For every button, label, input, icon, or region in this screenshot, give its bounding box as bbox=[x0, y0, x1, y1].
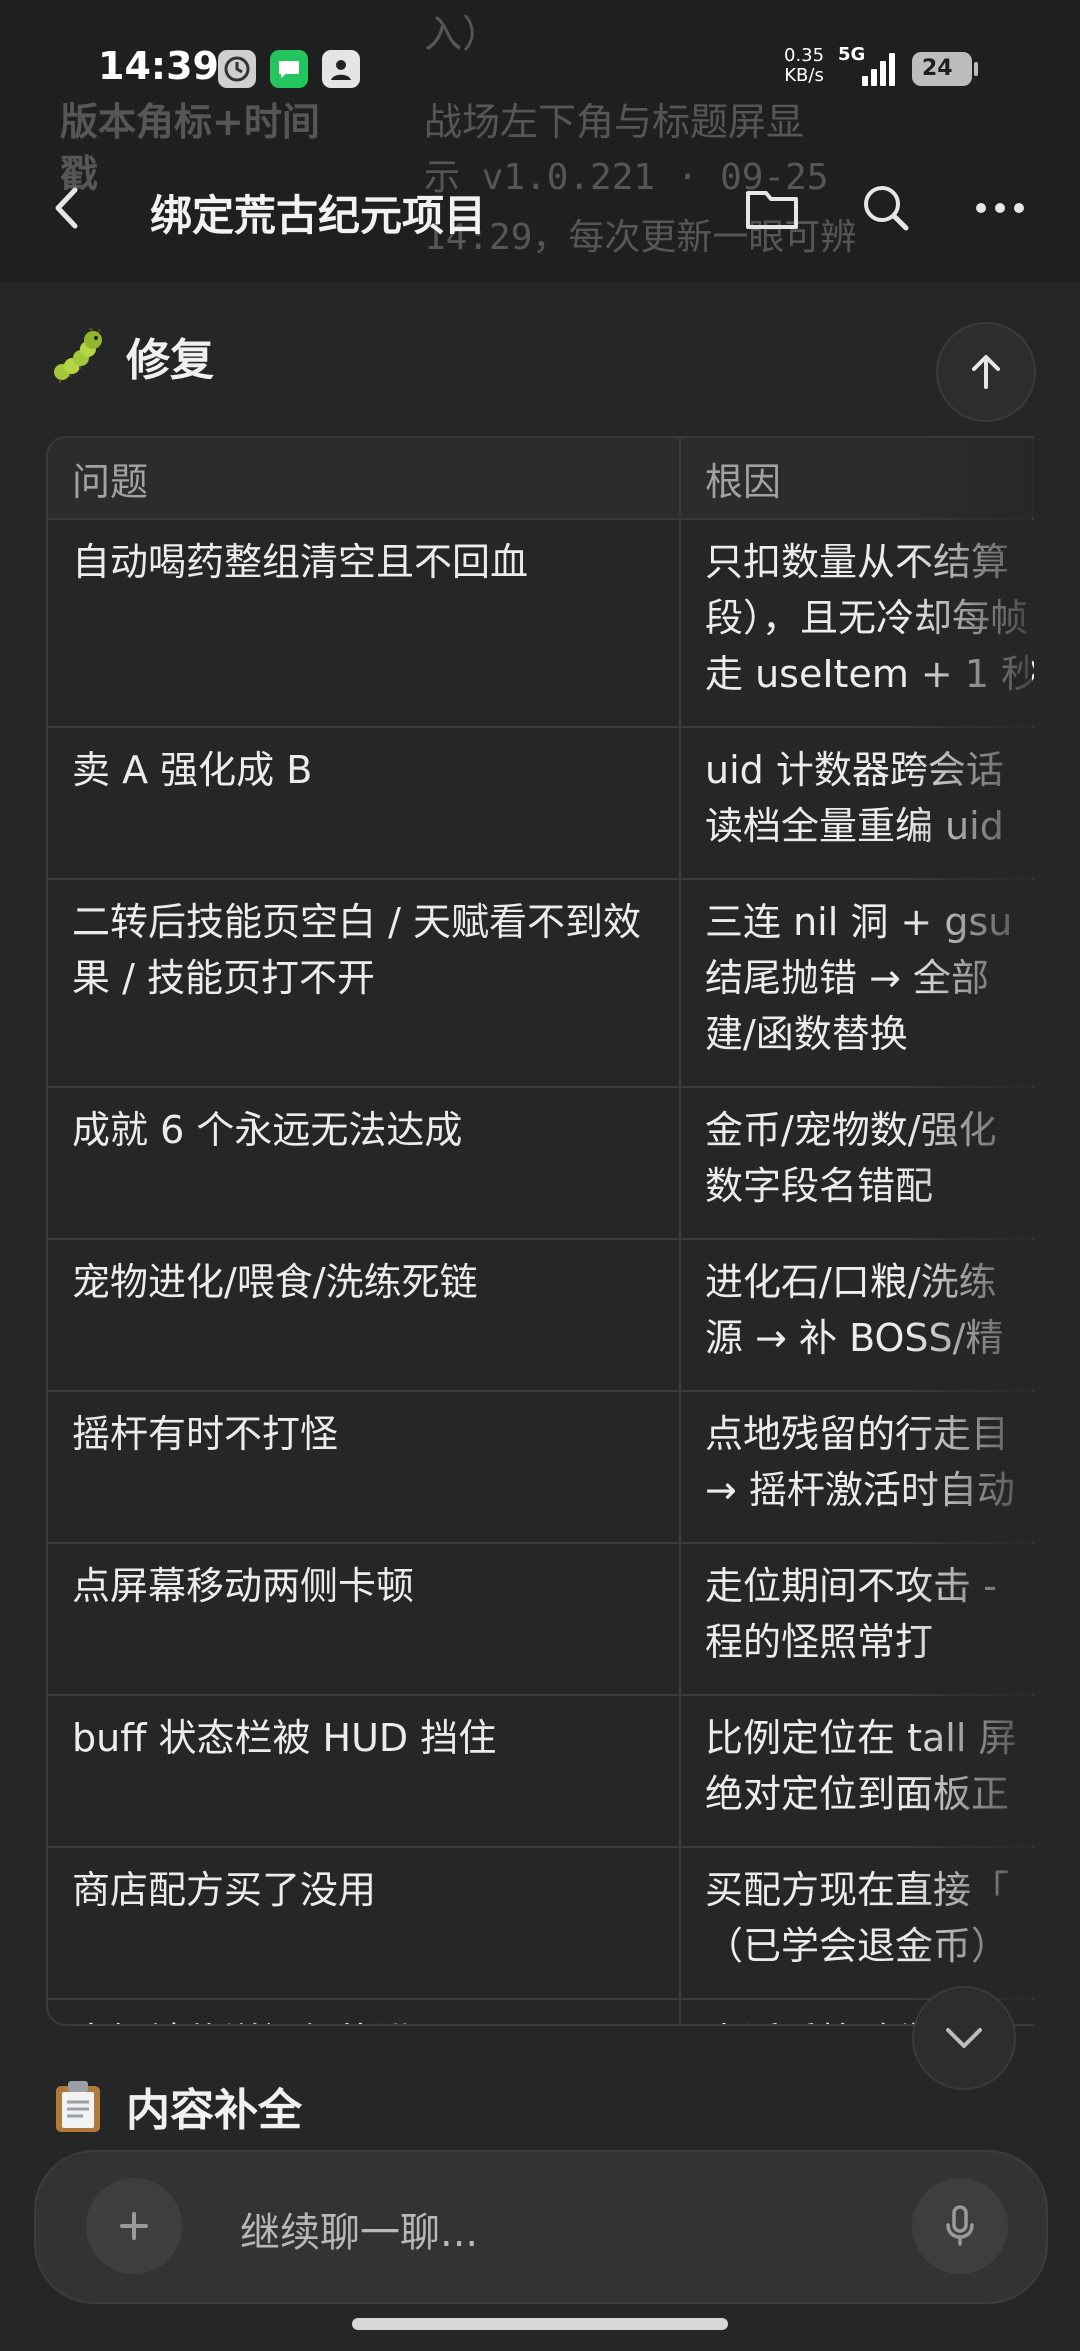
cause-cell: uid 计数器跨会话 读档全量重编 uid bbox=[679, 727, 1034, 880]
network-speed: 0.35 KB/s bbox=[784, 45, 825, 86]
cause-cell: 金币/宠物数/强化 数字段名错配 bbox=[679, 1087, 1034, 1240]
background-ghost-right-1: 入） bbox=[424, 12, 501, 56]
cause-cell: 买配方现在直接「 （已学会退金币） bbox=[679, 1847, 1034, 2000]
issue-cell: 卖 A 强化成 B bbox=[48, 727, 680, 880]
fix-section-title: 修复 bbox=[126, 335, 214, 386]
attach-button[interactable] bbox=[86, 2178, 182, 2274]
content-section-title: 内容补全 bbox=[126, 2085, 302, 2136]
cause-cell: 进化石/口粮/洗练 源 → 补 BOSS/精 bbox=[679, 1239, 1034, 1392]
table-row: 点屏幕移动两侧卡顿 走位期间不攻击 - 程的怪照常打 bbox=[48, 1543, 1034, 1696]
search-button[interactable] bbox=[854, 176, 918, 240]
battery-icon: 24 bbox=[912, 52, 978, 86]
microphone-icon bbox=[946, 2205, 974, 2246]
folder-icon bbox=[746, 191, 798, 229]
table-row: 二转后技能页空白 / 天赋看不到效果 / 技能页打不开 三连 nil 洞 + g… bbox=[48, 879, 1034, 1088]
issue-cell: 未解锁传送门仍能进 bbox=[48, 1999, 680, 2024]
issue-cell: buff 状态栏被 HUD 挡住 bbox=[48, 1695, 680, 1848]
profile-app-icon bbox=[322, 50, 360, 88]
battery-level: 24 bbox=[922, 56, 953, 81]
fix-table[interactable]: 问题 根因 自动喝药整组清空且不回血 只扣数量从不结算 段），且无冷却每帧 走 … bbox=[46, 436, 1034, 2026]
table-row: 成就 6 个永远无法达成 金币/宠物数/强化 数字段名错配 bbox=[48, 1087, 1034, 1240]
column-header-issue: 问题 bbox=[48, 438, 680, 520]
clock-app-icon bbox=[218, 50, 256, 88]
home-indicator[interactable] bbox=[352, 2318, 728, 2330]
table-row: 宠物进化/喂食/洗练死链 进化石/口粮/洗练 源 → 补 BOSS/精 bbox=[48, 1239, 1034, 1392]
table-row: 摇杆有时不打怪 点地残留的行走目 → 摇杆激活时自动 bbox=[48, 1391, 1034, 1544]
fix-section-heading: 修复 bbox=[50, 324, 214, 388]
message-app-icon bbox=[270, 50, 308, 88]
cause-cell: 只扣数量从不结算 段），且无冷却每帧 走 useItem + 1 秒 bbox=[679, 519, 1034, 728]
status-time: 14:39 bbox=[98, 44, 219, 88]
plus-icon bbox=[120, 2212, 148, 2240]
caterpillar-icon bbox=[50, 328, 106, 384]
issue-cell: 自动喝药整组清空且不回血 bbox=[48, 519, 680, 728]
folder-button[interactable] bbox=[740, 176, 804, 240]
page-title: 绑定荒古纪元项目 bbox=[150, 191, 487, 240]
issue-cell: 二转后技能页空白 / 天赋看不到效果 / 技能页打不开 bbox=[48, 879, 680, 1088]
signal-icon bbox=[862, 52, 898, 86]
message-composer: 继续聊一聊... bbox=[34, 2150, 1048, 2304]
search-icon bbox=[864, 186, 909, 231]
table-row: 卖 A 强化成 B uid 计数器跨会话 读档全量重编 uid bbox=[48, 727, 1034, 880]
more-horizontal-icon bbox=[976, 203, 1024, 213]
chevron-left-icon bbox=[55, 187, 78, 229]
table-row: 自动喝药整组清空且不回血 只扣数量从不结算 段），且无冷却每帧 走 useIte… bbox=[48, 519, 1034, 728]
issue-cell: 点屏幕移动两侧卡顿 bbox=[48, 1543, 680, 1696]
message-input[interactable]: 继续聊一聊... bbox=[240, 2200, 478, 2258]
back-button[interactable] bbox=[40, 176, 92, 240]
cause-cell: 点地残留的行走目 → 摇杆激活时自动 bbox=[679, 1391, 1034, 1544]
scroll-down-button[interactable] bbox=[912, 1986, 1016, 2090]
clipboard-icon bbox=[50, 2078, 106, 2134]
table-row: buff 状态栏被 HUD 挡住 比例定位在 tall 屏 绝对定位到面板正 bbox=[48, 1695, 1034, 1848]
cause-cell: 走位期间不攻击 - 程的怪照常打 bbox=[679, 1543, 1034, 1696]
cause-cell: 三连 nil 洞 + gsu 结尾抛错 → 全部 建/函数替换 bbox=[679, 879, 1034, 1088]
table-row: 未解锁传送门仍能进 走近后校验失败现 提示缺的条件 bbox=[48, 1999, 1034, 2024]
issue-cell: 成就 6 个永远无法达成 bbox=[48, 1087, 680, 1240]
background-ghost-right-2: 战场左下角与标题屏显 bbox=[424, 100, 805, 144]
content-section-heading: 内容补全 bbox=[50, 2074, 302, 2138]
chevron-down-icon bbox=[946, 2028, 982, 2048]
top-area: 版本角标+时间 戳 入） 战场左下角与标题屏显 示 v1.0.221 · 09-… bbox=[0, 0, 1080, 282]
table-header-row: 问题 根因 bbox=[48, 438, 1034, 520]
table-row: 商店配方买了没用 买配方现在直接「 （已学会退金币） bbox=[48, 1847, 1034, 2000]
column-header-cause: 根因 bbox=[679, 438, 1034, 520]
issue-cell: 商店配方买了没用 bbox=[48, 1847, 680, 2000]
voice-input-button[interactable] bbox=[912, 2178, 1008, 2274]
more-button[interactable] bbox=[968, 176, 1032, 240]
issue-cell: 宠物进化/喂食/洗练死链 bbox=[48, 1239, 680, 1392]
cause-cell: 比例定位在 tall 屏 绝对定位到面板正 bbox=[679, 1695, 1034, 1848]
scroll-to-top-button[interactable] bbox=[936, 322, 1036, 422]
issue-cell: 摇杆有时不打怪 bbox=[48, 1391, 680, 1544]
arrow-up-icon bbox=[972, 355, 1000, 389]
